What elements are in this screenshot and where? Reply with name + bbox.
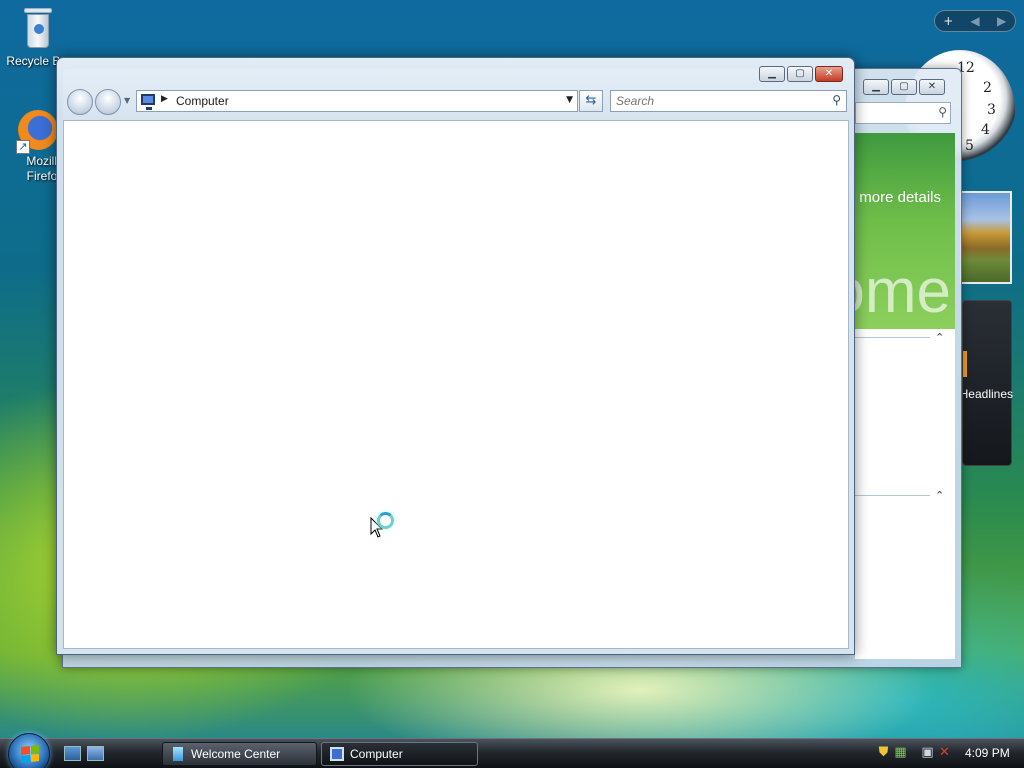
welcome-search-input[interactable]: ⚲	[855, 102, 951, 124]
shortcut-arrow-icon: ↗	[16, 140, 30, 154]
previous-page-button[interactable]: ◀	[964, 14, 986, 28]
next-page-button[interactable]: ▶	[991, 14, 1013, 28]
search-input[interactable]	[611, 91, 821, 111]
computer-icon	[330, 747, 344, 761]
windows-update-icon[interactable]: ▦	[893, 745, 908, 761]
minimize-button[interactable]: ▁	[863, 79, 889, 95]
busy-spinner-icon	[377, 512, 394, 529]
collapse-chevron-icon[interactable]: ⌃	[935, 331, 944, 344]
search-box[interactable]: ⚲	[610, 90, 847, 112]
minimize-button[interactable]: ▁	[759, 66, 785, 82]
firefox-icon: ↗	[16, 110, 58, 154]
content-pane[interactable]	[63, 120, 849, 649]
search-icon[interactable]: ⚲	[832, 93, 841, 107]
add-gadget-button[interactable]: +	[937, 14, 959, 28]
computer-icon	[141, 94, 155, 110]
windows-logo-icon	[21, 745, 39, 763]
search-icon: ⚲	[938, 105, 947, 119]
close-button[interactable]: ✕	[815, 66, 843, 82]
window-caption-buttons: ▁ ▢ ✕	[863, 79, 945, 95]
window-caption-buttons: ▁ ▢ ✕	[759, 66, 843, 82]
welcome-heading: Welcome	[855, 261, 951, 323]
clock-number-5: 5	[965, 138, 974, 154]
clock-number-4: 4	[981, 122, 990, 138]
taskbar-button-computer[interactable]: Computer	[321, 742, 478, 766]
show-more-details-link[interactable]: Show more details	[857, 189, 941, 206]
breadcrumb-arrow-icon[interactable]: ▶	[161, 94, 168, 104]
network-disconnected-icon[interactable]: ▣	[920, 745, 935, 761]
welcome-center-icon	[173, 747, 183, 761]
breadcrumb-computer[interactable]: Computer	[176, 94, 229, 108]
feed-headlines-label: Headlines	[963, 387, 1013, 401]
close-button[interactable]: ✕	[919, 79, 945, 95]
volume-muted-icon[interactable]: ✕	[937, 745, 952, 761]
forward-button[interactable]	[95, 89, 121, 115]
maximize-button[interactable]: ▢	[787, 66, 813, 82]
taskbar-clock[interactable]: 4:09 PM	[965, 746, 1010, 760]
section-divider	[855, 495, 930, 496]
clock-number-3: 3	[987, 102, 996, 118]
taskbar-button-label: Computer	[350, 747, 403, 761]
computer-window[interactable]: ▁ ▢ ✕ ▼ ▶ Computer ▼ ⇆ ⚲	[56, 57, 855, 655]
welcome-content: ⌃ ⌃	[855, 329, 955, 659]
notification-area: ⛊ ▦ ▣ ✕ 4:09 PM	[868, 739, 1024, 768]
back-button[interactable]	[67, 89, 93, 115]
recycle-bin-icon	[21, 4, 55, 52]
address-bar[interactable]: ▶ Computer ▼	[136, 90, 578, 112]
taskbar: Welcome Center Computer ⛊ ▦ ▣ ✕ 4:09 PM	[0, 733, 1024, 768]
switch-windows-icon[interactable]	[87, 746, 104, 761]
refresh-button[interactable]: ⇆	[579, 90, 603, 112]
maximize-button[interactable]: ▢	[891, 79, 917, 95]
security-shield-icon[interactable]: ⛊	[876, 745, 891, 761]
taskbar-button-welcome-center[interactable]: Welcome Center	[162, 742, 317, 766]
taskbar-button-label: Welcome Center	[191, 747, 281, 761]
address-dropdown-icon[interactable]: ▼	[566, 95, 573, 105]
show-desktop-icon[interactable]	[64, 746, 81, 761]
feed-accent-bar	[963, 351, 967, 377]
feed-headlines-gadget[interactable]: Headlines	[962, 300, 1013, 466]
welcome-banner: Show more details Welcome	[855, 133, 955, 329]
collapse-chevron-icon[interactable]: ⌃	[935, 489, 944, 502]
clock-number-2: 2	[983, 80, 992, 96]
sidebar-controls: + ◀ ▶	[934, 10, 1016, 32]
start-button[interactable]	[8, 733, 50, 768]
section-divider	[855, 337, 930, 338]
slideshow-gadget[interactable]	[960, 191, 1012, 284]
recent-pages-dropdown[interactable]: ▼	[124, 96, 130, 105]
